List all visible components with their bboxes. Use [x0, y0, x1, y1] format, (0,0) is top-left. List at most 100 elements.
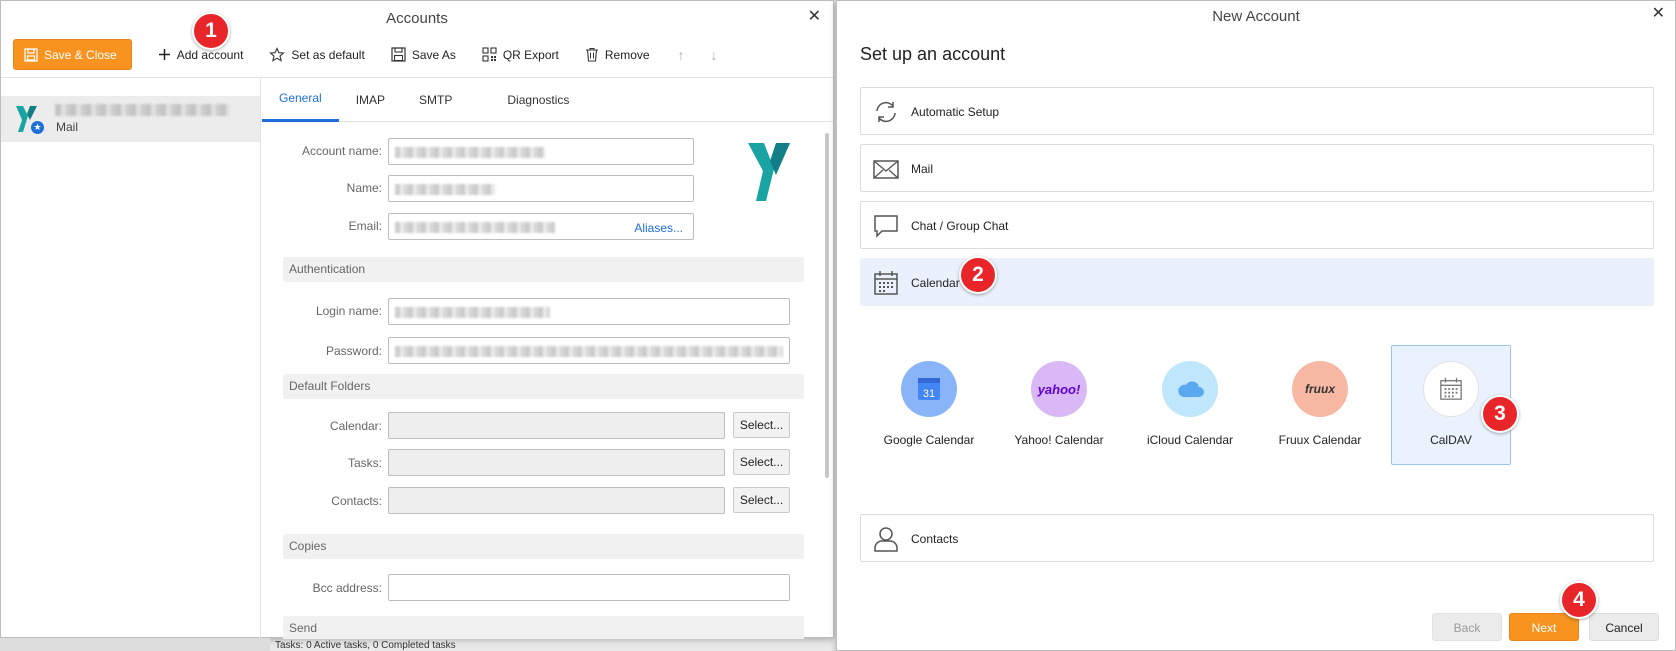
fruux-logo-icon: fruux	[1292, 361, 1348, 417]
send-section: Send	[283, 616, 804, 639]
provider-fruux-label: Fruux Calendar	[1278, 433, 1362, 447]
account-type-label: Mail	[56, 120, 79, 134]
calendar-select-button[interactable]: Select...	[733, 412, 790, 438]
bcc-address-field[interactable]	[388, 574, 790, 601]
general-form: Account name: Name: Email: Aliases... Au…	[262, 123, 822, 639]
blurred-value	[395, 307, 550, 318]
qr-export-label: QR Export	[502, 47, 559, 62]
add-account-button[interactable]: Add account	[158, 48, 243, 62]
set-default-button[interactable]: Set as default	[269, 46, 365, 63]
fruux-logo-text: fruux	[1305, 382, 1335, 396]
provider-yahoo-calendar[interactable]: yahoo! Yahoo! Calendar	[999, 345, 1119, 465]
account-tabs: General IMAP SMTP Diagnostics	[262, 78, 833, 122]
new-account-close-icon[interactable]: ✕	[1652, 6, 1665, 22]
new-account-dialog: New Account ✕ Set up an account Automati…	[836, 0, 1676, 651]
qr-code-icon	[482, 47, 497, 62]
new-account-title: New Account	[1212, 8, 1300, 25]
next-button[interactable]: Next	[1509, 613, 1579, 641]
tab-smtp[interactable]: SMTP	[402, 78, 469, 122]
step-badge-3: 3	[1481, 395, 1519, 433]
default-star-icon: ★	[31, 121, 44, 134]
remove-label: Remove	[604, 47, 650, 62]
tasks-folder-label: Tasks:	[347, 456, 382, 470]
google-calendar-icon: 31	[901, 361, 957, 417]
bcc-address-label: Bcc address:	[312, 581, 382, 595]
setup-heading: Set up an account	[860, 44, 1006, 64]
option-automatic-label: Automatic Setup	[911, 105, 1000, 119]
calendar-icon	[874, 271, 898, 295]
provider-google-label: Google Calendar	[883, 433, 975, 447]
account-avatar: ★	[14, 104, 44, 134]
contacts-folder-field[interactable]	[388, 487, 725, 514]
aliases-link[interactable]: Aliases...	[634, 221, 683, 235]
account-name-label: Account name:	[301, 144, 382, 158]
option-mail-label: Mail	[911, 162, 934, 176]
provider-caldav-label: CalDAV	[1430, 433, 1472, 447]
envelope-icon	[873, 160, 899, 179]
save-as-button[interactable]: Save As	[391, 47, 456, 62]
move-down-icon[interactable]: ↓	[711, 47, 718, 63]
email-label: Email:	[348, 219, 382, 233]
chat-bubble-icon	[874, 215, 898, 238]
save-icon	[24, 47, 38, 62]
authentication-section: Authentication	[283, 257, 804, 282]
save-as-label: Save As	[411, 47, 456, 62]
step-badge-2: 2	[959, 256, 997, 294]
contacts-folder-label: Contacts:	[331, 494, 382, 508]
step-badge-1: 1	[192, 12, 230, 50]
move-up-icon[interactable]: ↑	[678, 47, 685, 63]
tab-diagnostics[interactable]: Diagnostics	[469, 78, 586, 122]
google-calendar-glyph: 31	[918, 378, 940, 400]
password-label: Password:	[325, 344, 382, 358]
tab-imap[interactable]: IMAP	[339, 78, 402, 122]
calendar-folder-label: Calendar:	[329, 419, 382, 433]
yahoo-logo-text: yahoo!	[1037, 381, 1081, 397]
accounts-toolbar: Save & Close Add account Set as default …	[13, 39, 718, 70]
form-scrollbar[interactable]	[825, 133, 829, 478]
option-contacts-label: Contacts	[911, 532, 959, 546]
name-field[interactable]	[388, 175, 694, 202]
option-contacts[interactable]: Contacts	[860, 514, 1654, 562]
provider-yahoo-label: Yahoo! Calendar	[1014, 433, 1104, 447]
accounts-dialog: Accounts ✕ Save & Close Add account Set …	[0, 0, 834, 639]
cancel-button[interactable]: Cancel	[1589, 613, 1659, 641]
floppy-icon	[391, 47, 406, 62]
tasks-select-button[interactable]: Select...	[733, 449, 790, 475]
login-name-field[interactable]	[388, 298, 790, 325]
tasks-folder-field[interactable]	[388, 449, 725, 476]
provider-google-calendar[interactable]: 31 Google Calendar	[869, 345, 989, 465]
password-field[interactable]	[388, 337, 790, 364]
person-icon	[874, 527, 898, 552]
status-text: Tasks: 0 Active tasks, 0 Completed tasks	[275, 640, 456, 651]
calendar-folder-field[interactable]	[388, 412, 725, 439]
save-close-button[interactable]: Save & Close	[13, 39, 132, 70]
icloud-icon	[1162, 361, 1218, 417]
qr-export-button[interactable]: QR Export	[482, 47, 559, 62]
blurred-value	[395, 222, 555, 233]
account-list-item[interactable]: ★ Mail	[1, 96, 260, 142]
provider-fruux-calendar[interactable]: fruux Fruux Calendar	[1260, 345, 1380, 465]
tab-general[interactable]: General	[262, 78, 339, 122]
default-folders-section: Default Folders	[283, 374, 804, 399]
account-list: ★ Mail	[1, 78, 261, 639]
accounts-dialog-title: Accounts	[386, 10, 448, 27]
remove-button[interactable]: Remove	[585, 47, 650, 62]
sync-icon	[876, 101, 896, 123]
email-field[interactable]: Aliases...	[388, 213, 694, 240]
option-chat[interactable]: Chat / Group Chat	[860, 201, 1654, 249]
star-icon	[269, 46, 286, 62]
contacts-select-button[interactable]: Select...	[733, 487, 790, 513]
provider-icloud-calendar[interactable]: iCloud Calendar	[1130, 345, 1250, 465]
provider-logo-icon	[748, 143, 790, 201]
blurred-value	[395, 346, 783, 357]
yahoo-logo-icon: yahoo!	[1031, 361, 1087, 417]
back-button[interactable]: Back	[1432, 613, 1502, 641]
step-badge-4: 4	[1560, 581, 1598, 619]
plus-icon	[158, 49, 170, 60]
account-name-field[interactable]	[388, 138, 694, 165]
option-mail[interactable]: Mail	[860, 144, 1654, 192]
option-automatic-setup[interactable]: Automatic Setup	[860, 87, 1654, 135]
save-close-label: Save & Close	[44, 47, 117, 62]
accounts-close-icon[interactable]: ✕	[808, 9, 821, 25]
blurred-value	[395, 147, 545, 158]
